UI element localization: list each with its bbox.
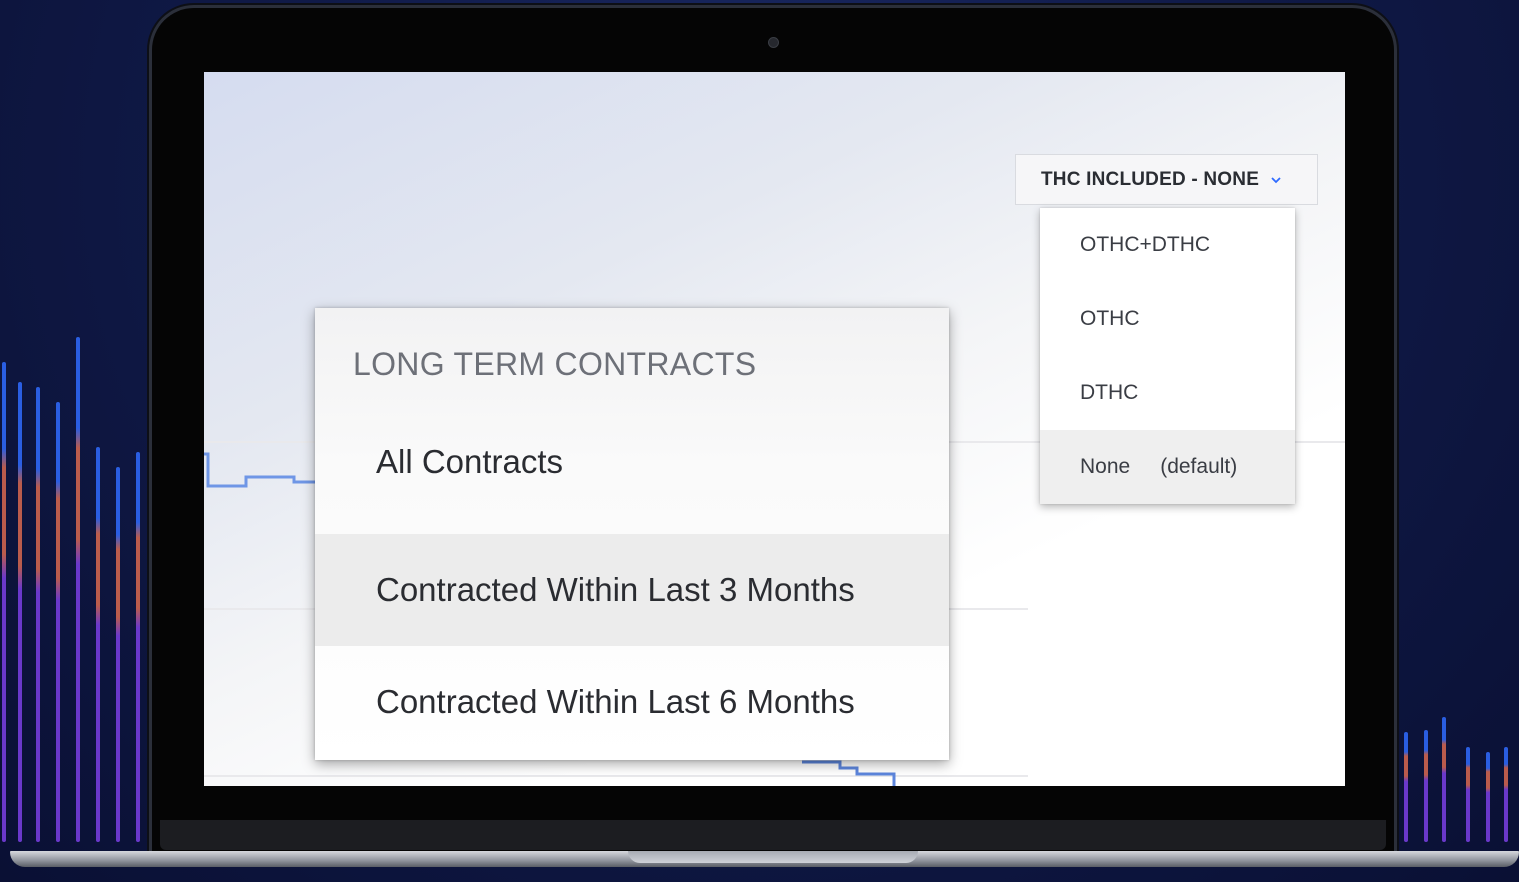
decorative-bar <box>1504 747 1508 842</box>
camera-icon <box>768 37 779 48</box>
decorative-bar <box>1486 752 1490 842</box>
default-tag: (default) <box>1160 455 1238 478</box>
background-bars-right <box>1396 702 1519 842</box>
option-label: All Contracts <box>376 443 564 480</box>
decorative-bar <box>116 467 120 842</box>
laptop-chin <box>160 820 1386 850</box>
app-screen: THC INCLUDED - NONE OTHC+DTHC OTHC DTHC … <box>204 72 1345 786</box>
decorative-bar <box>136 452 140 842</box>
decorative-bar <box>18 382 22 842</box>
option-last-3-months[interactable]: Contracted Within Last 3 Months <box>315 534 949 646</box>
thc-option-dthc[interactable]: DTHC <box>1040 356 1295 430</box>
thc-filter-dropdown[interactable]: THC INCLUDED - NONE <box>1015 154 1318 205</box>
chart-series-line <box>204 452 324 488</box>
option-last-6-months[interactable]: Contracted Within Last 6 Months <box>315 646 949 758</box>
thc-option-othc[interactable]: OTHC <box>1040 282 1295 356</box>
thc-option-none[interactable]: None (default) <box>1040 430 1295 504</box>
decorative-bar <box>1466 747 1470 842</box>
background-bars-left <box>0 322 160 842</box>
option-all-contracts[interactable]: All Contracts <box>315 406 949 518</box>
decorative-bar <box>1442 717 1446 842</box>
thc-option-label: OTHC+DTHC <box>1080 233 1211 256</box>
option-label: Contracted Within Last 6 Months <box>376 683 855 720</box>
thc-option-label: OTHC <box>1080 307 1140 330</box>
thc-options-menu: OTHC+DTHC OTHC DTHC None (default) <box>1040 208 1295 504</box>
chart-series-line <box>802 760 896 786</box>
decorative-bar <box>1424 730 1428 842</box>
long-term-contracts-menu: LONG TERM CONTRACTS All Contracts Contra… <box>315 308 949 760</box>
thc-option-label: None <box>1080 455 1131 478</box>
menu-heading: LONG TERM CONTRACTS <box>353 346 757 382</box>
decorative-bar <box>76 337 80 842</box>
decorative-bar <box>1404 732 1408 842</box>
option-label: Contracted Within Last 3 Months <box>376 571 855 608</box>
thc-option-label: DTHC <box>1080 381 1139 404</box>
thc-option-othc-dthc[interactable]: OTHC+DTHC <box>1040 208 1295 282</box>
decorative-bar <box>56 402 60 842</box>
decorative-bar <box>36 387 40 842</box>
chevron-down-icon <box>1271 176 1281 183</box>
decorative-bar <box>2 362 6 842</box>
laptop-notch <box>628 851 918 863</box>
thc-filter-label: THC INCLUDED - NONE <box>1041 168 1260 190</box>
decorative-bar <box>96 447 100 842</box>
